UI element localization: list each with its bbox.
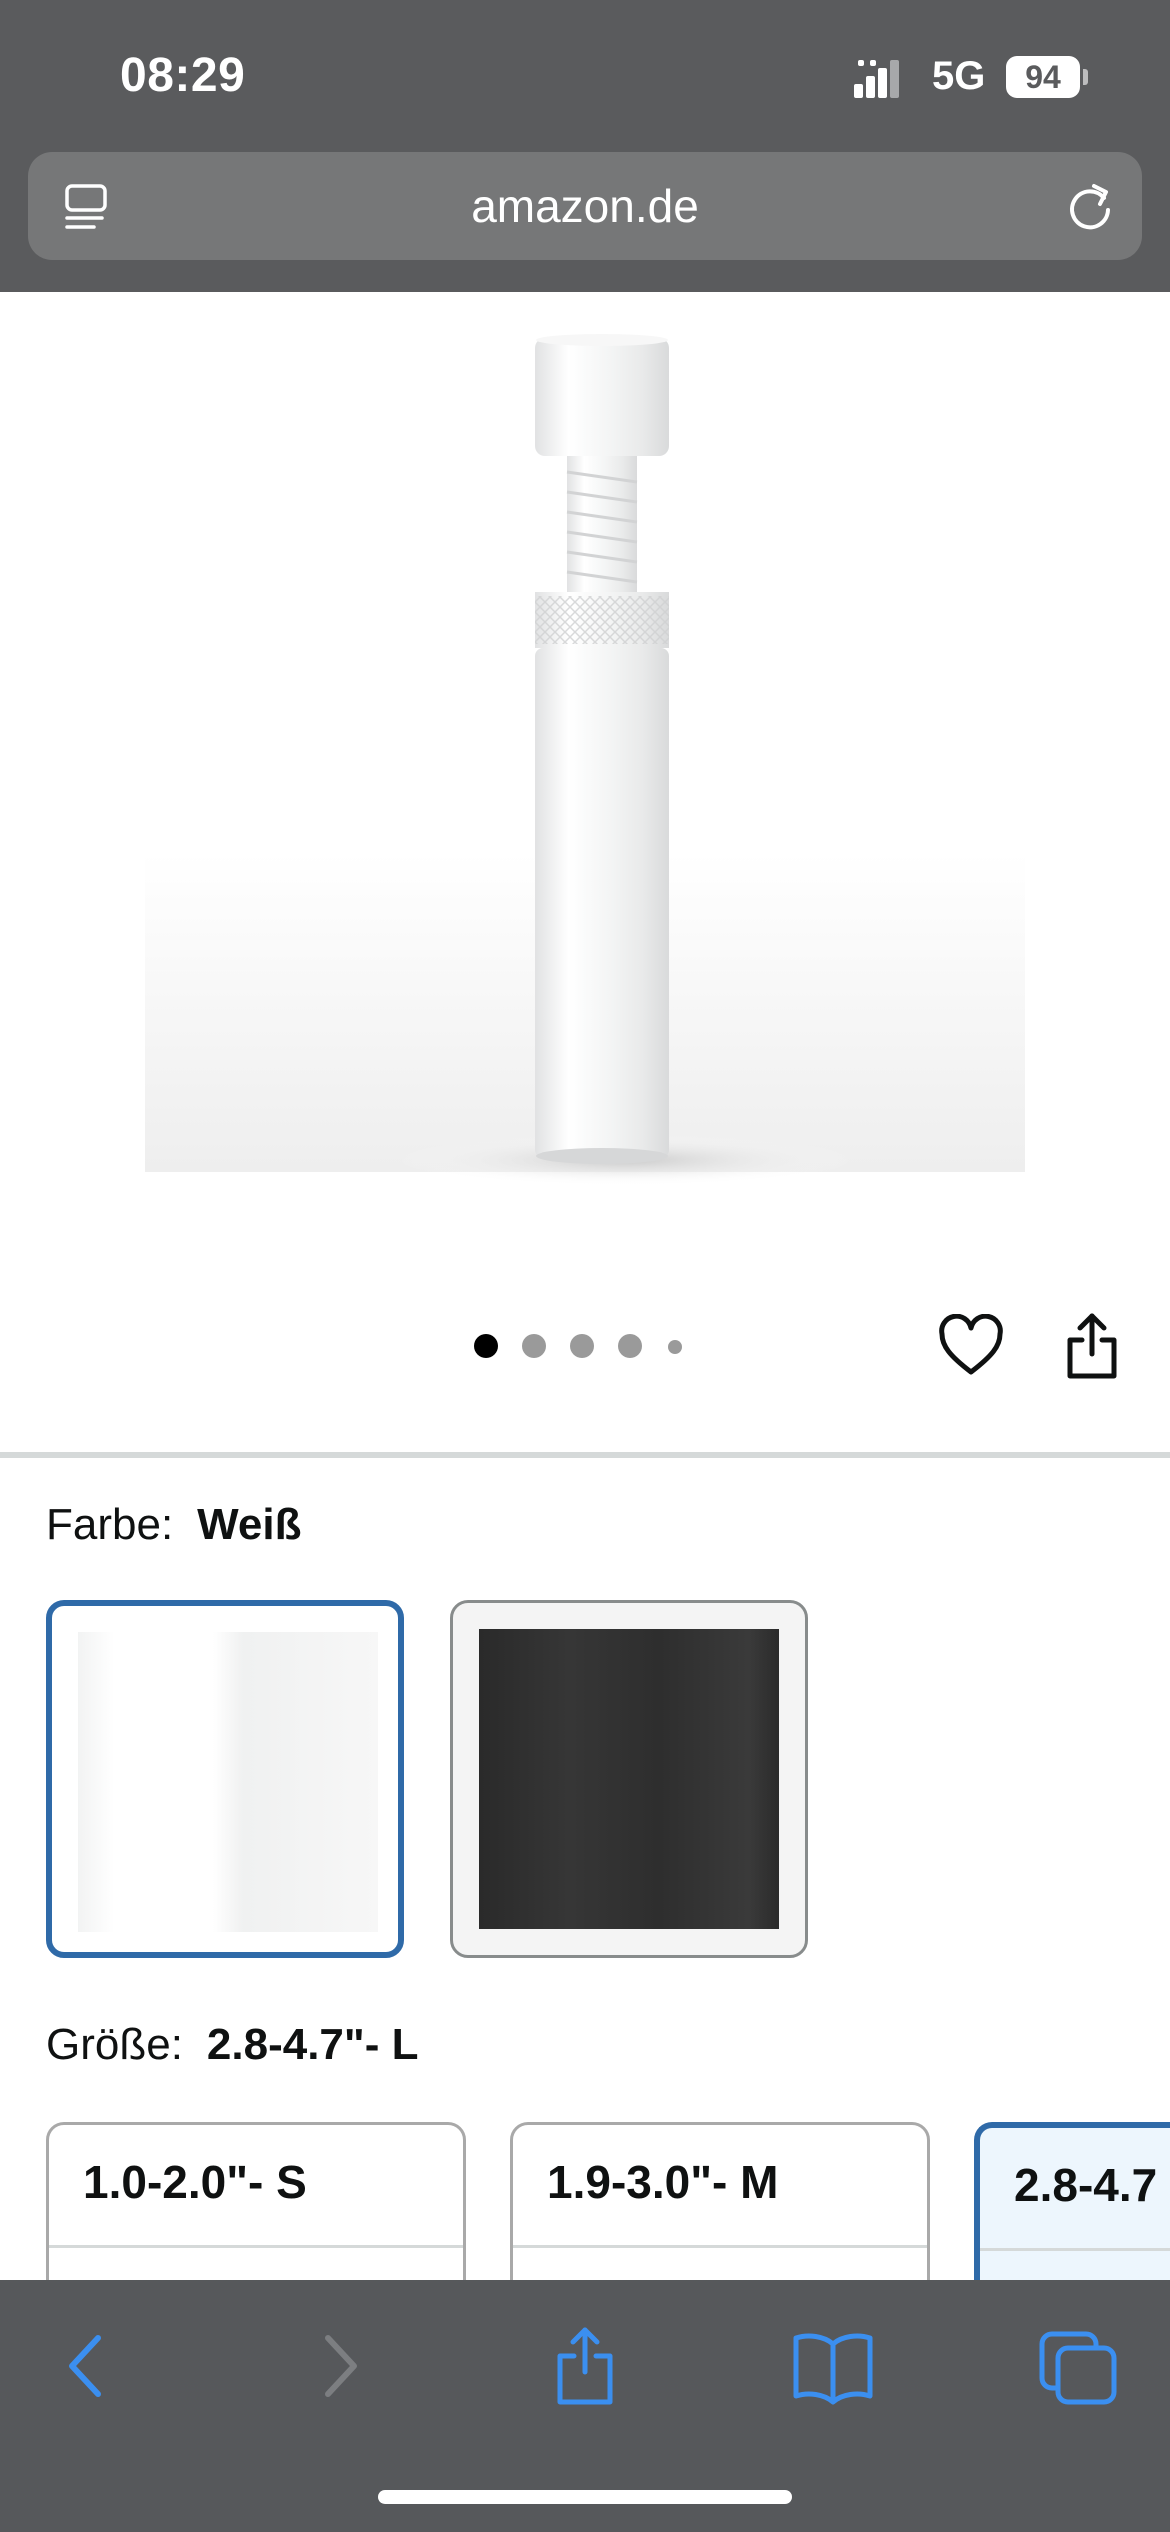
reload-icon[interactable]	[1064, 180, 1116, 232]
color-swatch-white-image	[78, 1632, 378, 1932]
browser-top-chrome: 08:29 5G 94 amazon.de	[0, 0, 1170, 292]
product-photo	[145, 334, 1025, 1186]
color-swatch-black[interactable]	[450, 1600, 808, 1958]
status-time: 08:29	[120, 49, 246, 102]
tabs-icon[interactable]	[1034, 2320, 1124, 2410]
color-swatch-white[interactable]	[46, 1600, 404, 1958]
size-option-label: 1.0-2.0"- S	[83, 2156, 307, 2208]
pagination-dot[interactable]	[522, 1334, 546, 1358]
size-option-divider	[513, 2245, 927, 2248]
bookmarks-icon[interactable]	[788, 2320, 878, 2410]
color-label: Farbe:	[46, 1500, 174, 1549]
size-selector-label: Größe: 2.8-4.7"- L	[46, 2020, 419, 2070]
pagination-dot[interactable]	[618, 1334, 642, 1358]
size-selected-value: 2.8-4.7"- L	[206, 2020, 419, 2069]
share-icon[interactable]	[1064, 1310, 1120, 1380]
forward-icon[interactable]	[294, 2320, 384, 2410]
product-image[interactable]	[0, 292, 1170, 1252]
network-type: 5G	[932, 54, 986, 98]
url-host[interactable]: amazon.de	[28, 152, 1142, 260]
size-option-label: 1.9-3.0"- M	[547, 2156, 779, 2208]
address-bar[interactable]: amazon.de	[28, 152, 1142, 260]
battery-level: 94	[1025, 59, 1061, 95]
home-indicator[interactable]	[378, 2490, 792, 2504]
pagination-dot[interactable]	[668, 1340, 682, 1354]
share-icon[interactable]	[540, 2320, 630, 2410]
image-pagination[interactable]	[474, 1334, 694, 1364]
size-option-label: 2.8-4.7	[1014, 2159, 1158, 2211]
back-icon[interactable]	[42, 2320, 132, 2410]
color-selector-label: Farbe: Weiß	[46, 1500, 301, 1550]
cellular-signal-icon	[854, 60, 899, 98]
heart-icon[interactable]	[938, 1314, 1004, 1380]
color-selected-value: Weiß	[197, 1500, 302, 1549]
size-label: Größe:	[46, 2020, 183, 2069]
battery-indicator: 94	[1006, 56, 1088, 98]
size-option-divider	[49, 2245, 463, 2248]
pagination-dot-active[interactable]	[474, 1334, 498, 1358]
color-swatch-black-image	[479, 1629, 779, 1929]
size-option-divider	[980, 2248, 1170, 2251]
section-divider	[0, 1452, 1170, 1458]
pagination-dot[interactable]	[570, 1334, 594, 1358]
